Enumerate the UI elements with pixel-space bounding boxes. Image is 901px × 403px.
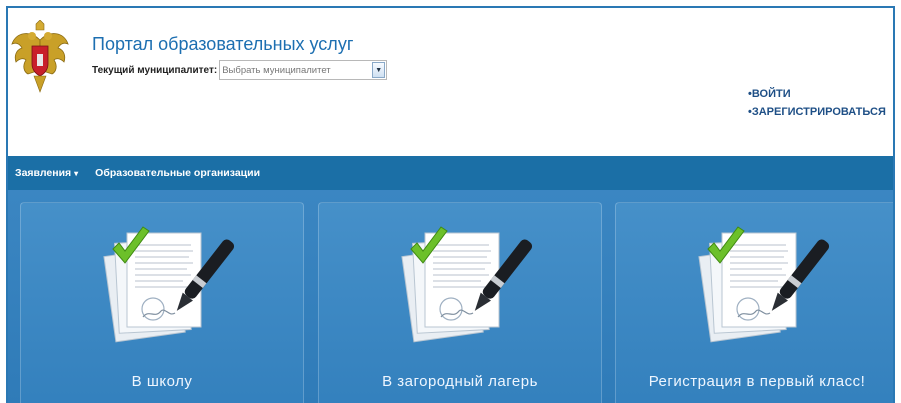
tile-summer-camp[interactable]: В загородный лагерь bbox=[318, 202, 602, 403]
service-tiles: В школу В загородный лагерь Регистрация … bbox=[8, 190, 893, 403]
register-link[interactable]: •ЗАРЕГИСТРИРОВАТЬСЯ bbox=[748, 106, 886, 118]
coat-of-arms-icon bbox=[11, 20, 69, 93]
tile-label: В загородный лагерь bbox=[382, 373, 538, 390]
tile-label: Регистрация в первый класс! bbox=[648, 373, 866, 390]
municipality-select[interactable]: Выбрать муниципалитет ▼ bbox=[219, 60, 388, 80]
auth-links: •ВОЙТИ •ЗАРЕГИСТРИРОВАТЬСЯ bbox=[748, 88, 886, 124]
dropdown-arrow-icon[interactable]: ▼ bbox=[372, 62, 386, 78]
municipality-row: Текущий муниципалитет: Выбрать муниципал… bbox=[92, 60, 388, 80]
main-navbar: Заявления ▾ Образовательные организации bbox=[8, 156, 893, 190]
tile-school[interactable]: В школу bbox=[20, 202, 304, 403]
municipality-select-value: Выбрать муниципалитет bbox=[222, 64, 331, 76]
municipality-label: Текущий муниципалитет: bbox=[92, 64, 218, 76]
login-link[interactable]: •ВОЙТИ bbox=[748, 88, 886, 100]
tile-label: В школу bbox=[131, 373, 193, 390]
caret-down-icon: ▾ bbox=[74, 169, 79, 178]
nav-item-label: Заявления bbox=[15, 167, 72, 179]
nav-item-organizations[interactable]: Образовательные организации bbox=[95, 167, 260, 179]
documents-pen-check-icon bbox=[103, 226, 235, 343]
header: Портал образовательных услуг Текущий мун… bbox=[8, 8, 893, 156]
tile-first-grade-registration[interactable]: Регистрация в первый класс! bbox=[615, 202, 893, 403]
documents-pen-check-icon bbox=[698, 226, 830, 343]
page-frame: Портал образовательных услуг Текущий мун… bbox=[6, 6, 895, 403]
documents-pen-check-icon bbox=[401, 226, 533, 343]
portal-title[interactable]: Портал образовательных услуг bbox=[92, 34, 353, 55]
nav-item-applications[interactable]: Заявления ▾ bbox=[15, 167, 78, 179]
